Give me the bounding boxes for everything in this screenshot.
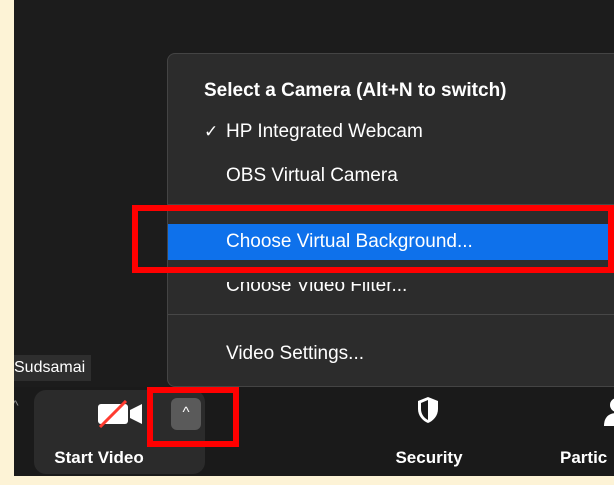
menu-item-choose-video-filter[interactable]: Choose Video Filter... <box>168 275 614 304</box>
annotation-highlight-caret <box>147 387 239 447</box>
toolbar-left-chevron-icon[interactable]: ^ <box>14 397 19 413</box>
participant-name: Sudsamai <box>14 359 86 376</box>
screenshot-frame: Sudsamai ^ Start Video ^ Security Partic… <box>0 0 614 485</box>
participants-label: Partic <box>560 448 608 467</box>
bottom-border <box>0 476 614 485</box>
menu-header: Select a Camera (Alt+N to switch) <box>204 80 507 101</box>
menu-item-label: HP Integrated Webcam <box>226 121 423 142</box>
person-icon <box>604 398 614 426</box>
shield-icon <box>418 397 438 423</box>
checkmark-icon: ✓ <box>204 122 219 141</box>
menu-divider <box>168 314 614 315</box>
left-border <box>0 0 14 485</box>
menu-item-label: OBS Virtual Camera <box>226 165 398 186</box>
video-off-icon <box>98 400 142 428</box>
menu-item-obs-virtual-camera[interactable]: OBS Virtual Camera <box>168 158 614 194</box>
annotation-highlight-virtual-background <box>132 205 614 273</box>
menu-item-label: Video Settings... <box>226 343 365 364</box>
zoom-meeting-window: Sudsamai ^ Start Video ^ Security Partic… <box>14 0 614 476</box>
participant-name-tag: Sudsamai <box>14 355 92 381</box>
menu-item-label: Choose Video Filter... <box>226 275 408 296</box>
menu-item-video-settings[interactable]: Video Settings... <box>168 336 614 372</box>
security-button[interactable]: Security <box>374 390 484 474</box>
participants-button[interactable]: Partic <box>554 390 614 474</box>
menu-item-hp-integrated-webcam[interactable]: ✓ HP Integrated Webcam <box>168 114 614 150</box>
start-video-label: Start Video <box>54 448 144 467</box>
security-label: Security <box>395 448 463 467</box>
